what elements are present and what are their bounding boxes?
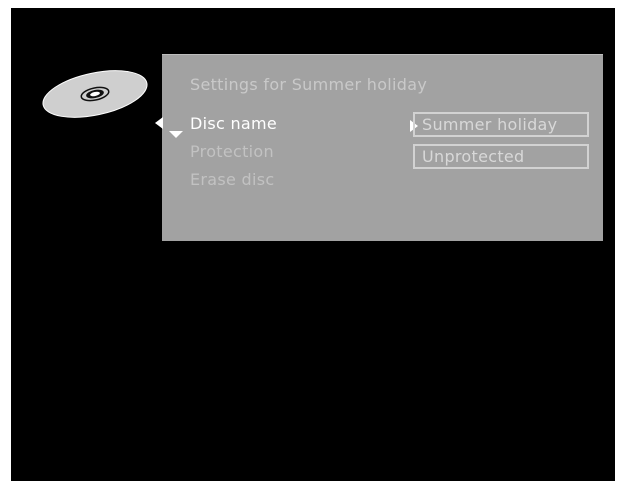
disc-icon (42, 70, 148, 118)
triangle-left-icon[interactable] (155, 117, 163, 129)
menu-item-erase-disc[interactable]: Erase disc (190, 170, 275, 189)
protection-field[interactable]: Unprotected (413, 144, 589, 169)
panel-title: Settings for Summer holiday (190, 75, 428, 94)
menu-item-protection[interactable]: Protection (190, 142, 274, 161)
disc-settings-panel: Settings for Summer holiday Disc name Pr… (155, 54, 603, 241)
menu-item-disc-name[interactable]: Disc name (190, 114, 277, 133)
disc-name-field[interactable]: Summer holiday (413, 112, 589, 137)
tv-screen: Settings for Summer holiday Disc name Pr… (11, 8, 615, 481)
triangle-down-icon[interactable] (169, 131, 183, 138)
